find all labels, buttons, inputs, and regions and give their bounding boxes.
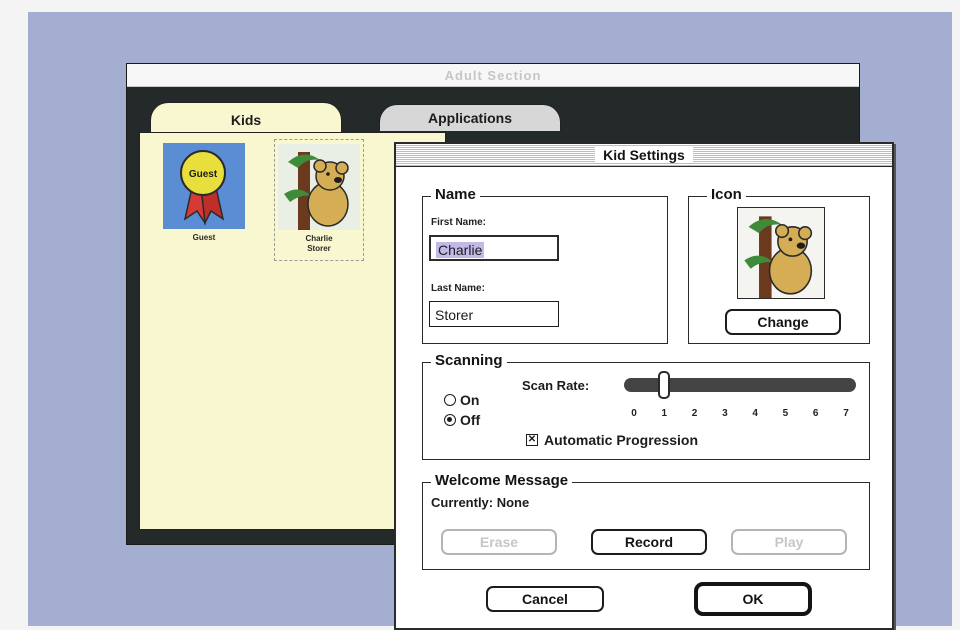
automatic-progression-label: Automatic Progression <box>544 432 699 448</box>
ok-button[interactable]: OK <box>694 582 812 616</box>
automatic-progression-checkbox[interactable]: ✕ Automatic Progression <box>526 432 698 448</box>
first-name-label: First Name: <box>431 217 487 228</box>
first-name-field[interactable]: Charlie <box>429 235 559 261</box>
guest-badge-text: Guest <box>189 169 218 180</box>
dialog-title: Kid Settings <box>595 147 693 163</box>
scanning-on-radio[interactable]: On <box>444 392 479 408</box>
koala-icon <box>278 144 360 230</box>
scan-rate-tick: 1 <box>661 408 668 419</box>
name-group-label: Name <box>431 186 480 203</box>
icon-group: Icon Change <box>688 186 870 344</box>
scan-rate-tick: 3 <box>722 408 728 419</box>
welcome-currently-text: Currently: None <box>431 495 530 510</box>
koala-icon <box>737 207 825 299</box>
play-button[interactable]: Play <box>731 529 847 555</box>
kid-settings-dialog: Kid Settings Name First Name: Charlie La… <box>394 142 894 630</box>
kid-card-charlie[interactable]: Charlie Storer <box>274 139 364 261</box>
kid-name-guest: Guest <box>192 233 216 242</box>
scan-rate-tick: 7 <box>843 408 849 419</box>
scanning-off-radio[interactable]: Off <box>444 412 480 428</box>
record-button[interactable]: Record <box>591 529 707 555</box>
dialog-titlebar[interactable]: Kid Settings <box>396 144 892 167</box>
welcome-message-group: Welcome Message Currently: None Erase Re… <box>422 472 870 570</box>
scanning-group-label: Scanning <box>431 352 507 369</box>
icon-group-label: Icon <box>707 186 746 203</box>
scanning-off-label: Off <box>460 412 481 428</box>
scan-rate-slider-thumb[interactable] <box>658 371 671 399</box>
tab-applications[interactable]: Applications <box>379 104 561 131</box>
last-name-field[interactable]: Storer <box>429 301 559 327</box>
scan-rate-tick: 6 <box>812 408 819 419</box>
scan-rate-tick: 5 <box>782 408 789 419</box>
cancel-button[interactable]: Cancel <box>486 586 604 612</box>
change-icon-button[interactable]: Change <box>725 309 841 335</box>
scan-rate-label: Scan Rate: <box>522 378 590 393</box>
scan-rate-tick: 4 <box>752 408 758 419</box>
kid-card-guest[interactable]: Guest Guest <box>160 143 248 243</box>
welcome-message-group-label: Welcome Message <box>431 472 573 489</box>
kid-name-charlie: Charlie Storer <box>305 234 333 253</box>
checkbox-indicator[interactable]: ✕ <box>526 434 538 446</box>
radio-on-indicator[interactable] <box>444 394 456 406</box>
last-name-label: Last Name: <box>431 283 485 294</box>
ribbon-badge-icon: Guest <box>163 143 245 229</box>
radio-off-indicator[interactable] <box>444 414 456 426</box>
scan-rate-tick: 2 <box>691 408 698 419</box>
erase-button[interactable]: Erase <box>441 529 557 555</box>
scanning-on-label: On <box>460 392 480 408</box>
scan-rate-tick: 0 <box>631 408 637 419</box>
name-group: Name First Name: Charlie Last Name: Stor… <box>422 186 668 344</box>
scan-rate-slider[interactable] <box>624 371 856 399</box>
adult-section-titlebar[interactable]: Adult Section <box>127 64 859 87</box>
